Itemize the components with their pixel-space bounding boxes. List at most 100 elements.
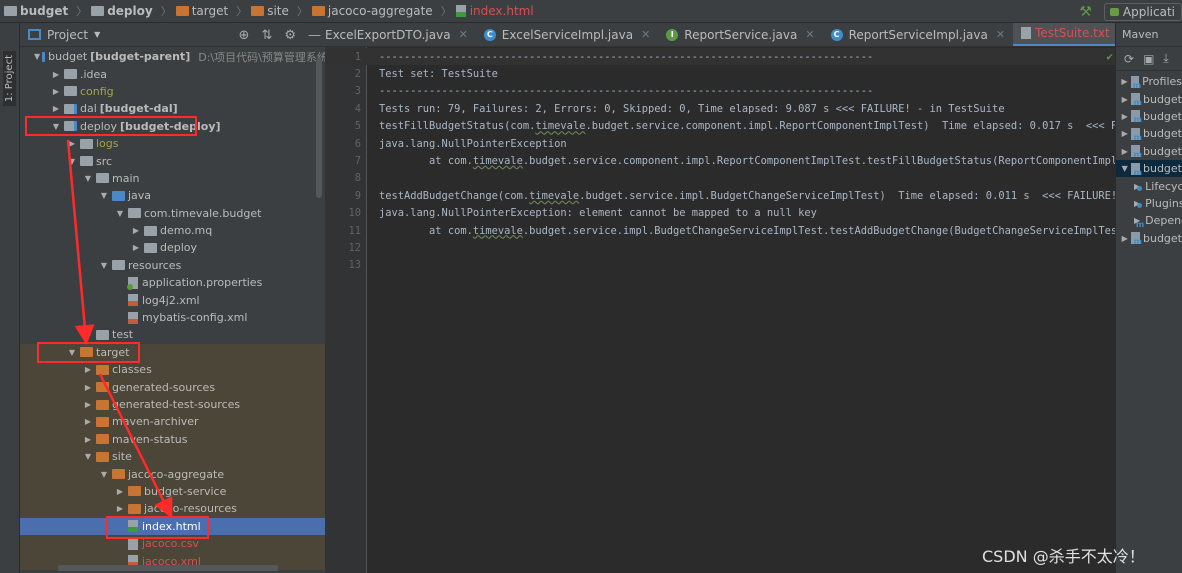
collapsed-arrow-icon[interactable]: ▶ <box>1120 147 1129 156</box>
tree-item[interactable]: application.properties <box>20 274 325 291</box>
collapsed-arrow-icon[interactable]: ▶ <box>130 243 142 252</box>
collapsed-arrow-icon[interactable]: ▶ <box>1120 77 1129 86</box>
close-icon[interactable]: ✕ <box>805 28 814 41</box>
tab-testsuite-txt[interactable]: TestSuite.txt✕ <box>1013 23 1115 46</box>
tree-item[interactable]: mybatis-config.xml <box>20 309 325 326</box>
chevron-down-icon[interactable]: ▼ <box>94 30 100 39</box>
maven-item[interactable]: ▼ budget <box>1116 159 1182 178</box>
maven-item[interactable]: ▶Dependencies <box>1116 212 1182 229</box>
maven-item[interactable]: ▶ budget <box>1116 230 1182 247</box>
collapsed-arrow-icon[interactable]: ▶ <box>82 435 94 444</box>
tree-item[interactable]: ▼ main <box>20 170 325 187</box>
tree-item[interactable]: ▶ jacoco-resources <box>20 500 325 518</box>
tree-item[interactable]: ▶ classes <box>20 361 325 379</box>
maven-item[interactable]: ▶Lifecycle <box>1116 177 1182 194</box>
expanded-arrow-icon[interactable]: ▼ <box>66 348 78 357</box>
tree-item[interactable]: ▼ deploy [budget-deploy] <box>20 118 325 135</box>
tree-item[interactable]: ▼ budget [budget-parent] D:\项目代码\预算管理系统\bu <box>20 48 345 65</box>
collapsed-arrow-icon[interactable]: ▶ <box>50 70 62 79</box>
tree-item[interactable]: ▶ deploy <box>20 239 325 256</box>
editor[interactable]: 1 ---------------------------------------… <box>325 47 1115 573</box>
tree-item[interactable]: ▼ target <box>20 343 325 362</box>
collapsed-arrow-icon[interactable]: ▶ <box>1120 112 1129 121</box>
expanded-arrow-icon[interactable]: ▼ <box>98 191 110 200</box>
close-icon[interactable]: ✕ <box>996 28 1005 41</box>
tab-excelexportdto-java[interactable]: ExcelExportDTO.java ✕ <box>325 23 476 46</box>
tree-item[interactable]: ▼ site <box>20 447 325 466</box>
gear-icon[interactable]: ⚙ <box>284 28 296 43</box>
breadcrumb-item[interactable]: jacoco-aggregate <box>311 4 433 18</box>
collapsed-arrow-icon[interactable]: ▶ <box>82 330 94 339</box>
tree-item[interactable]: ▶ maven-archiver <box>20 413 325 431</box>
tree-item[interactable]: ▼ src <box>20 152 325 169</box>
close-icon[interactable]: ✕ <box>641 28 650 41</box>
collapsed-arrow-icon[interactable]: ▶ <box>50 87 62 96</box>
breadcrumb-item[interactable]: site <box>251 4 289 18</box>
collapsed-arrow-icon[interactable]: ▶ <box>114 504 126 513</box>
tree-item[interactable]: ▶ config <box>20 83 325 100</box>
expanded-arrow-icon[interactable]: ▼ <box>114 209 126 218</box>
expanded-arrow-icon[interactable]: ▼ <box>98 261 110 270</box>
collapsed-arrow-icon[interactable]: ▶ <box>1120 129 1129 138</box>
collapse-all-icon[interactable]: ⇅ <box>261 28 272 43</box>
tree-item[interactable]: log4j2.xml <box>20 291 325 308</box>
tree-item[interactable]: jacoco.csv <box>20 534 325 553</box>
breadcrumb-item[interactable]: budget <box>4 4 68 18</box>
tree-item[interactable]: ▶ test <box>20 326 325 343</box>
expanded-arrow-icon[interactable]: ▼ <box>34 52 40 61</box>
tree-item[interactable]: ▶ generated-test-sources <box>20 395 325 414</box>
expanded-arrow-icon[interactable]: ▼ <box>82 452 94 461</box>
reload-icon[interactable]: ⟳ <box>1124 52 1134 66</box>
close-icon[interactable]: ✕ <box>459 28 468 41</box>
tab-excelserviceimpl-java[interactable]: C ExcelServiceImpl.java ✕ <box>476 23 659 46</box>
build-hammer-icon[interactable]: ⚒ <box>1079 4 1092 20</box>
horizontal-scrollbar[interactable] <box>58 565 278 571</box>
tree-item[interactable]: ▶ generated-sources <box>20 378 325 396</box>
maven-item[interactable]: ▶ budget <box>1116 108 1182 125</box>
tree-item[interactable]: ▼ resources <box>20 257 325 274</box>
tree-item[interactable]: ▶ dal [budget-dal] <box>20 100 325 117</box>
tree-item[interactable]: ▶ logs <box>20 135 325 152</box>
breadcrumb-item[interactable]: deploy <box>91 4 153 18</box>
tab-reportserviceimpl-java[interactable]: C ReportServiceImpl.java ✕ <box>823 23 1013 46</box>
collapsed-arrow-icon[interactable]: ▶ <box>50 104 62 113</box>
project-view-title[interactable]: Project <box>47 28 88 42</box>
maven-item[interactable]: ▶ budget <box>1116 143 1182 160</box>
tree-item[interactable]: ▼ jacoco-aggregate <box>20 465 325 483</box>
maven-item[interactable]: ▶ budget <box>1116 125 1182 142</box>
run-configuration-select[interactable]: Applicati <box>1103 2 1182 21</box>
maven-item[interactable]: ▶ budget <box>1116 90 1182 108</box>
collapsed-arrow-icon[interactable]: ▶ <box>114 487 126 496</box>
collapsed-arrow-icon[interactable]: ▶ <box>82 383 94 392</box>
vertical-scrollbar[interactable] <box>316 58 322 198</box>
add-project-icon[interactable]: ▣ <box>1143 52 1154 66</box>
breadcrumb-item[interactable]: target <box>175 4 228 18</box>
expanded-arrow-icon[interactable]: ▼ <box>98 470 110 479</box>
expanded-arrow-icon[interactable]: ▼ <box>1120 164 1129 173</box>
tree-item[interactable]: ▶ budget-service <box>20 482 325 501</box>
maven-item[interactable]: ▶ Profiles <box>1116 73 1182 90</box>
expanded-arrow-icon[interactable]: ▼ <box>66 157 78 166</box>
maven-item[interactable]: ▶Plugins <box>1116 195 1182 212</box>
hide-icon[interactable]: — <box>308 28 321 43</box>
collapsed-arrow-icon[interactable]: ▶ <box>82 365 94 374</box>
tab-reportservice-java[interactable]: I ReportService.java ✕ <box>658 23 822 46</box>
tree-item[interactable]: ▶ demo.mq <box>20 222 325 239</box>
download-icon[interactable]: ⤓ <box>1163 51 1168 66</box>
tree-item[interactable]: ▼ java <box>20 187 325 204</box>
collapsed-arrow-icon[interactable]: ▶ <box>1120 234 1129 243</box>
tree-item[interactable]: ▶ .idea <box>20 65 325 82</box>
tree-item[interactable]: ▼ com.timevale.budget <box>20 205 325 222</box>
tree-item[interactable]: index.html <box>20 517 325 535</box>
collapsed-arrow-icon[interactable]: ▶ <box>130 226 142 235</box>
expanded-arrow-icon[interactable]: ▼ <box>82 174 94 183</box>
expanded-arrow-icon[interactable]: ▼ <box>50 122 62 131</box>
locate-icon[interactable]: ⊕ <box>239 28 250 43</box>
collapsed-arrow-icon[interactable]: ▶ <box>1120 95 1129 104</box>
tree-item[interactable]: ▶ maven-status <box>20 430 325 448</box>
project-tool-button[interactable]: 1: Project <box>3 51 16 107</box>
collapsed-arrow-icon[interactable]: ▶ <box>82 417 94 426</box>
collapsed-arrow-icon[interactable]: ▶ <box>66 139 78 148</box>
breadcrumb-item[interactable]: index.html <box>455 4 534 18</box>
collapsed-arrow-icon[interactable]: ▶ <box>82 400 94 409</box>
